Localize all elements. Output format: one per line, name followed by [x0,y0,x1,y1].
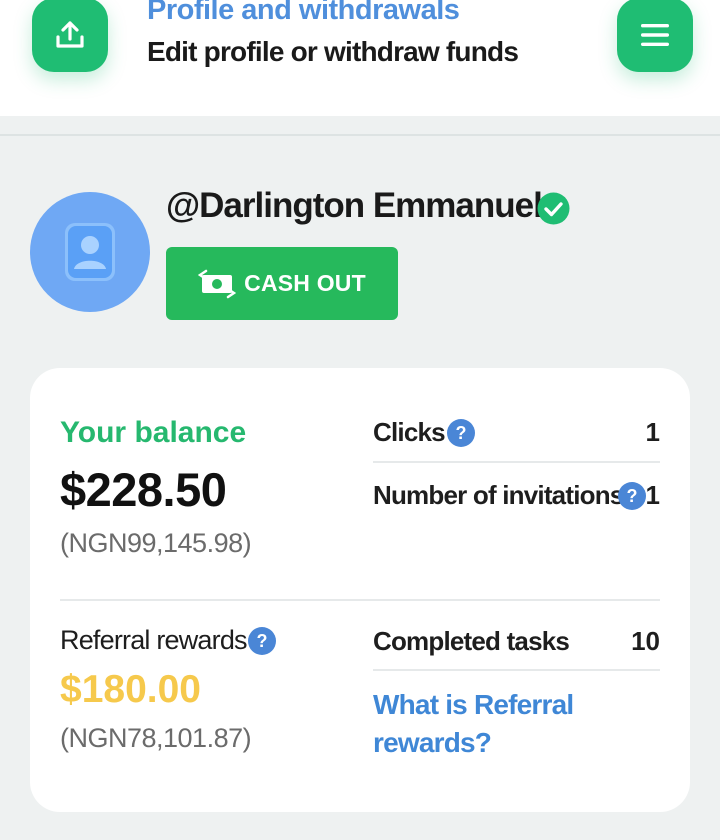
balance-value: $228.50 [60,463,227,516]
cash-out-label: CASH OUT [244,270,366,296]
referral-help-icon[interactable]: ? [248,627,276,655]
clicks-label: Clicks [373,417,446,447]
completed-tasks-label: Completed tasks [373,626,570,656]
divider [60,599,660,601]
avatar[interactable] [30,192,150,312]
header-divider [0,134,720,136]
invitations-value: 1 [645,480,660,510]
clicks-value: 1 [645,417,660,447]
page-title: Profile and withdrawals [147,0,460,26]
upload-icon [56,21,84,48]
check-circle-icon [537,192,570,225]
balance-label: Your balance [60,416,247,449]
menu-button[interactable] [617,0,693,72]
money-exchange-icon [198,269,237,298]
username: @Darlington Emmanuel [166,186,543,225]
balance-local-value: (NGN99,145.98) [60,528,252,558]
referral-rewards-label: Referral rewards [60,625,248,655]
referral-info-link[interactable]: What is Referral rewards? [373,686,633,762]
invitations-label: Number of invitations [373,480,624,510]
upload-button[interactable] [32,0,108,72]
clicks-help-icon[interactable]: ? [447,419,475,447]
completed-tasks-value: 10 [631,626,660,656]
user-card-icon [65,223,115,281]
divider [373,669,660,671]
divider [373,461,660,463]
cash-out-button[interactable]: CASH OUT [166,247,398,320]
referral-local-value: (NGN78,101.87) [60,723,252,753]
page-subtitle: Edit profile or withdraw funds [147,36,519,67]
referral-rewards-value: $180.00 [60,668,201,711]
menu-icon [641,24,669,46]
